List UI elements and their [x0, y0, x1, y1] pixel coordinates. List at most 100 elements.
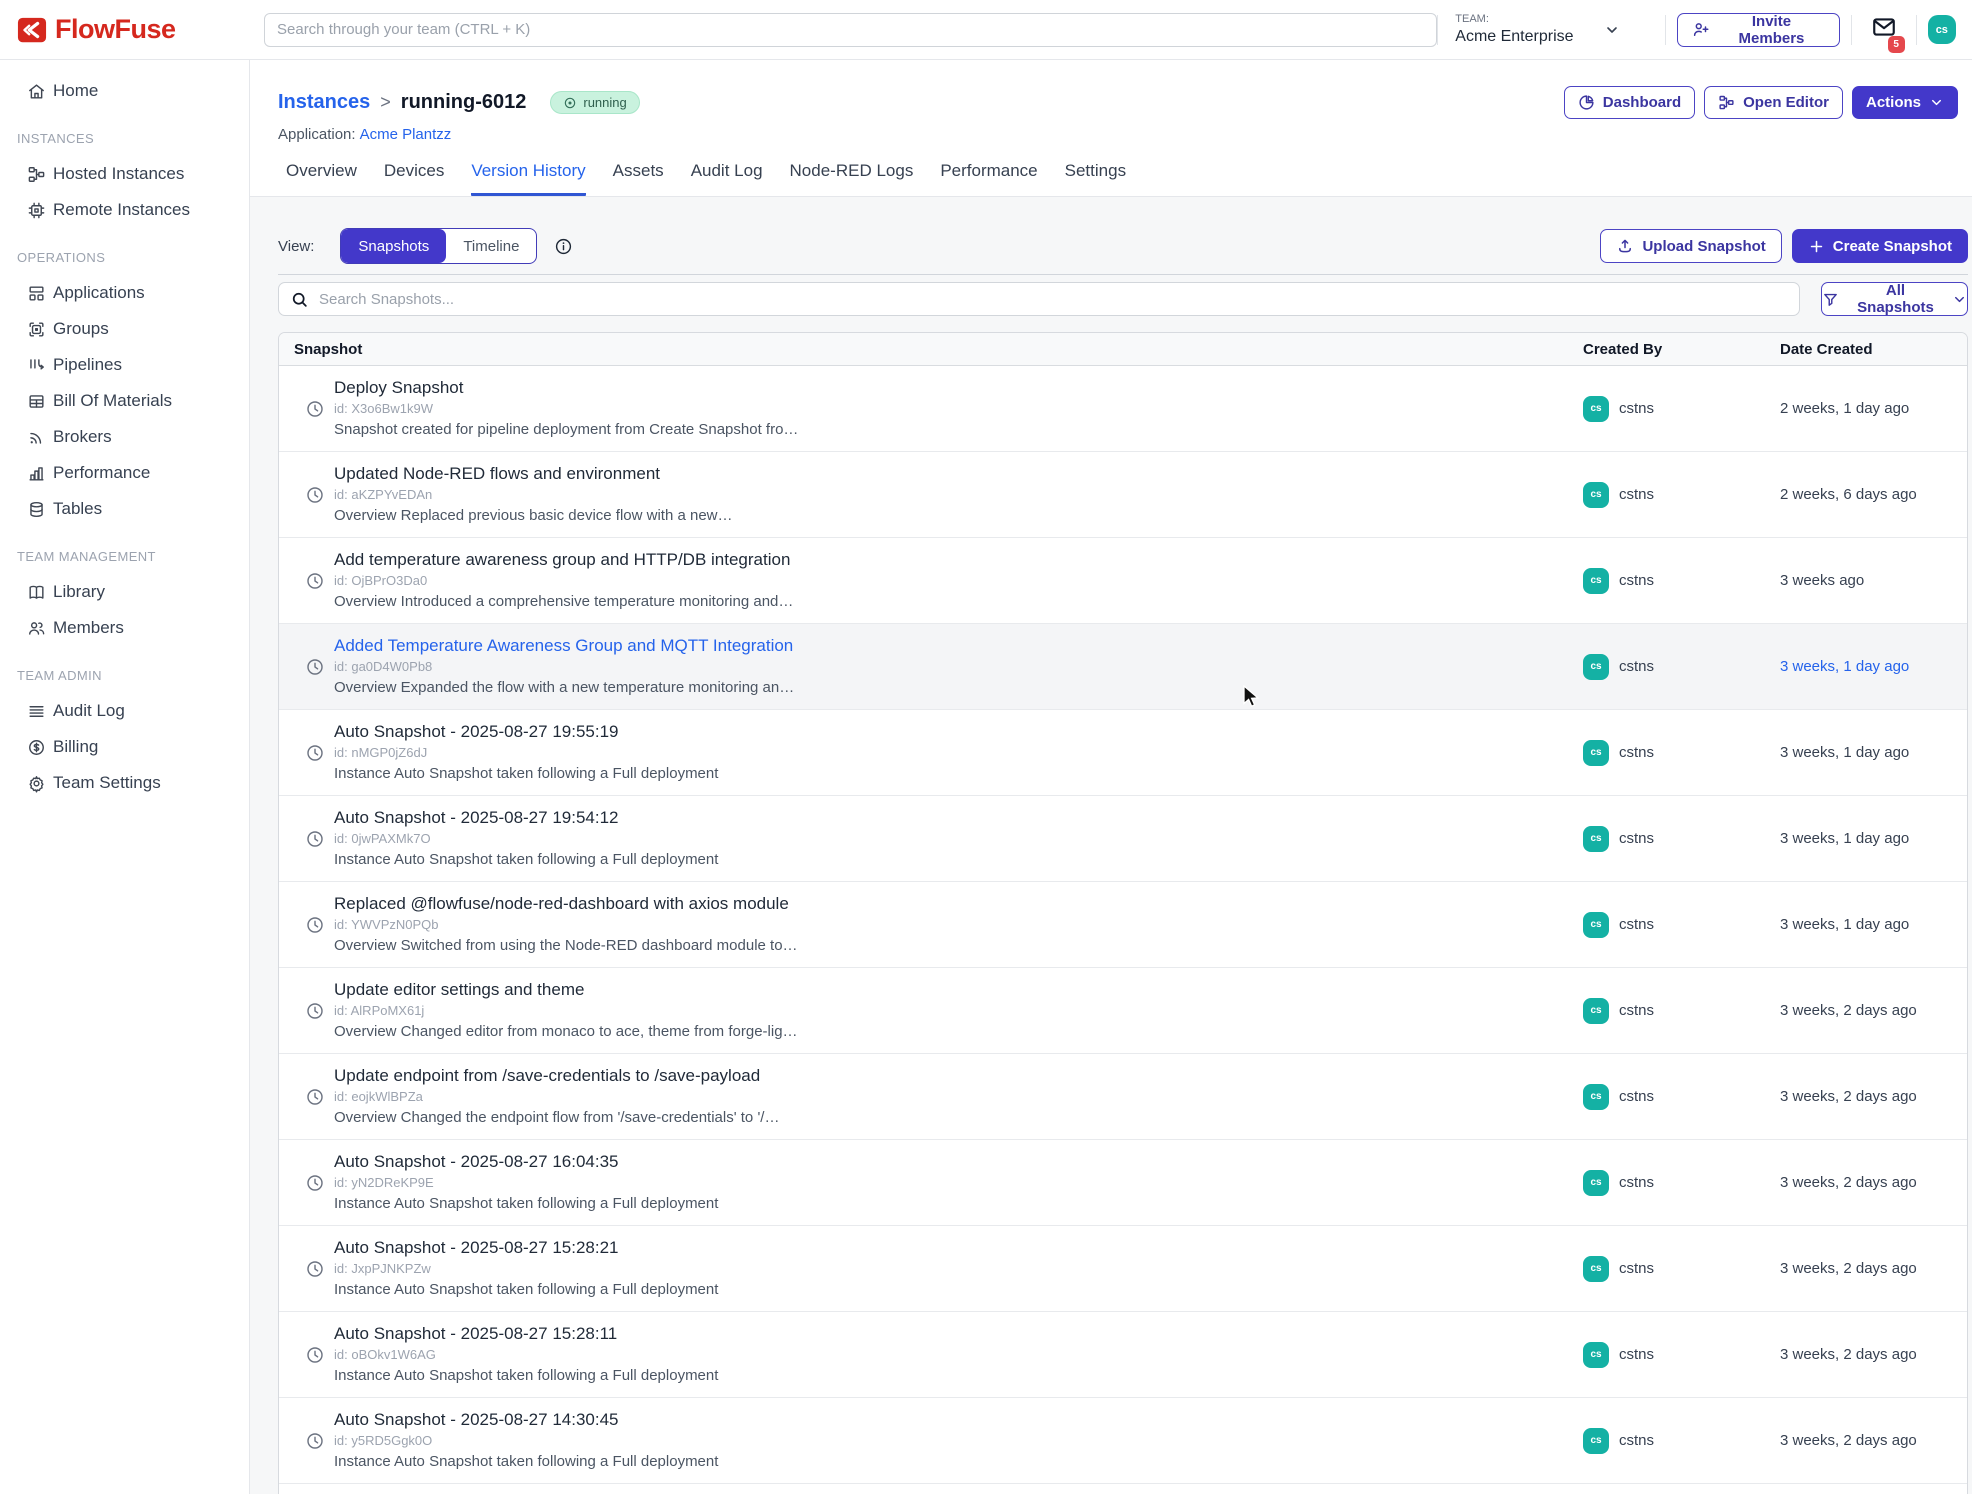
page-header: Instances > running-6012 running [250, 60, 1972, 197]
global-search-input[interactable] [264, 13, 1437, 47]
tab-assets[interactable]: Assets [613, 161, 664, 196]
upload-snapshot-button[interactable]: Upload Snapshot [1600, 229, 1781, 263]
tab-version-history[interactable]: Version History [471, 161, 585, 196]
notifications-button[interactable]: 5 [1871, 14, 1897, 45]
sidebar-item-brokers[interactable]: Brokers [0, 419, 249, 455]
snapshot-description: Overview Expanded the flow with a new te… [334, 678, 794, 698]
info-icon[interactable] [554, 237, 573, 256]
tab-devices[interactable]: Devices [384, 161, 444, 196]
snapshot-row[interactable]: Auto Snapshot - 2025-08-27 19:55:19 id: … [279, 710, 1967, 796]
sidebar-item-members[interactable]: Members [0, 610, 249, 646]
avatar: cs [1583, 568, 1609, 594]
snapshot-title[interactable]: Auto Snapshot - 2025-08-27 15:28:21 [334, 1237, 718, 1258]
snapshot-title[interactable]: Auto Snapshot - 2025-08-27 19:55:19 [334, 721, 718, 742]
snapshot-row[interactable]: Auto Snapshot - 2025-08-27 15:28:11 id: … [279, 1312, 1967, 1398]
instance-name: running-6012 [401, 91, 527, 114]
snapshot-title[interactable]: Deploy Snapshot [334, 377, 798, 398]
snapshot-title[interactable]: Replaced @flowfuse/node-red-dashboard wi… [334, 893, 798, 914]
sidebar-item-pipelines[interactable]: Pipelines [0, 347, 249, 383]
sidebar-item-hosted-instances[interactable]: Hosted Instances [0, 156, 249, 192]
user-avatar[interactable]: cs [1928, 15, 1956, 44]
performance-icon [26, 464, 46, 483]
snapshot-row[interactable]: Added Temperature Awareness Group and MQ… [279, 624, 1967, 710]
snapshot-row[interactable]: Update endpoint from /save-credentials t… [279, 1054, 1967, 1140]
snapshot-description: Instance Auto Snapshot taken following a… [334, 1194, 718, 1214]
date-created: 3 weeks, 2 days ago [1780, 1226, 1967, 1311]
sidebar-item-bill-of-materials[interactable]: Bill Of Materials [0, 383, 249, 419]
snapshot-filter-dropdown[interactable]: All Snapshots [1821, 282, 1968, 316]
invite-members-button[interactable]: Invite Members [1677, 13, 1839, 47]
snapshot-row[interactable]: Add HTTP endpoint for saving credentials… [279, 1484, 1967, 1494]
open-editor-button[interactable]: Open Editor [1704, 86, 1843, 119]
column-created-by: Created By [1583, 341, 1780, 358]
snapshot-title[interactable]: Auto Snapshot - 2025-08-27 14:30:45 [334, 1409, 718, 1430]
billing-icon [26, 738, 46, 757]
snapshot-row[interactable]: Replaced @flowfuse/node-red-dashboard wi… [279, 882, 1967, 968]
app-root: FlowFuse TEAM: Acme Enterprise Invite Me… [0, 0, 1972, 1494]
snapshot-title[interactable]: Update editor settings and theme [334, 979, 798, 1000]
snapshot-description: Overview Introduced a comprehensive temp… [334, 592, 793, 612]
snapshot-row[interactable]: Auto Snapshot - 2025-08-27 19:54:12 id: … [279, 796, 1967, 882]
snapshot-description: Instance Auto Snapshot taken following a… [334, 1452, 718, 1472]
sidebar-section-label: TEAM MANAGEMENT [0, 527, 249, 574]
avatar: cs [1583, 1170, 1609, 1196]
sidebar-item-groups[interactable]: Groups [0, 311, 249, 347]
avatar: cs [1583, 998, 1609, 1024]
sidebar-item-home[interactable]: Home [0, 73, 249, 109]
snapshot-row[interactable]: Updated Node-RED flows and environment i… [279, 452, 1967, 538]
snapshot-row[interactable]: Auto Snapshot - 2025-08-27 14:30:45 id: … [279, 1398, 1967, 1484]
sidebar-item-remote-instances[interactable]: Remote Instances [0, 192, 249, 228]
remote-instances-icon [26, 201, 46, 220]
created-by-name: cstns [1619, 400, 1654, 417]
sidebar-item-tables[interactable]: Tables [0, 491, 249, 527]
actions-button[interactable]: Actions [1852, 86, 1958, 119]
snapshot-row[interactable]: Auto Snapshot - 2025-08-27 16:04:35 id: … [279, 1140, 1967, 1226]
tab-audit-log[interactable]: Audit Log [691, 161, 763, 196]
column-date-created: Date Created [1780, 341, 1967, 358]
snapshot-title[interactable]: Updated Node-RED flows and environment [334, 463, 733, 484]
audit-log-icon [26, 702, 46, 721]
clock-icon [305, 485, 325, 505]
tab-performance[interactable]: Performance [940, 161, 1037, 196]
sidebar-item-label: Performance [53, 463, 150, 483]
flowfuse-logo[interactable]: FlowFuse [17, 14, 250, 45]
breadcrumb-separator: > [380, 92, 391, 113]
snapshot-id: id: yN2DReKP9E [334, 1173, 718, 1192]
sidebar-item-billing[interactable]: Billing [0, 729, 249, 765]
breadcrumb-instances-link[interactable]: Instances [278, 91, 370, 114]
view-option-snapshots[interactable]: Snapshots [341, 229, 446, 263]
search-icon [290, 290, 309, 309]
sidebar-item-audit-log[interactable]: Audit Log [0, 693, 249, 729]
dashboard-button[interactable]: Dashboard [1564, 86, 1695, 119]
snapshot-row[interactable]: Auto Snapshot - 2025-08-27 15:28:21 id: … [279, 1226, 1967, 1312]
tab-settings[interactable]: Settings [1065, 161, 1126, 196]
snapshot-title[interactable]: Auto Snapshot - 2025-08-27 15:28:11 [334, 1323, 718, 1344]
sidebar-item-library[interactable]: Library [0, 574, 249, 610]
application-label: Application: [278, 126, 356, 143]
view-option-timeline[interactable]: Timeline [446, 229, 536, 263]
date-created: 2 weeks, 1 day ago [1780, 366, 1967, 451]
date-created: 3 weeks, 1 day ago [1780, 882, 1967, 967]
snapshot-row[interactable]: Add temperature awareness group and HTTP… [279, 538, 1967, 624]
sidebar-item-team-settings[interactable]: Team Settings [0, 765, 249, 801]
create-snapshot-button[interactable]: Create Snapshot [1792, 229, 1968, 263]
snapshot-title[interactable]: Added Temperature Awareness Group and MQ… [334, 635, 794, 656]
sidebar-item-applications[interactable]: Applications [0, 275, 249, 311]
snapshot-title[interactable]: Auto Snapshot - 2025-08-27 19:54:12 [334, 807, 718, 828]
sidebar-item-label: Groups [53, 319, 109, 339]
snapshot-id: id: AlRPoMX61j [334, 1001, 798, 1020]
team-selector[interactable]: TEAM: Acme Enterprise [1449, 11, 1654, 47]
sidebar-item-performance[interactable]: Performance [0, 455, 249, 491]
snapshot-title[interactable]: Add temperature awareness group and HTTP… [334, 549, 793, 570]
snapshot-row[interactable]: Update editor settings and theme id: AlR… [279, 968, 1967, 1054]
snapshot-row[interactable]: Deploy Snapshot id: X3o6Bw1k9W Snapshot … [279, 366, 1967, 452]
chevron-down-icon [1952, 292, 1967, 307]
avatar: cs [1583, 740, 1609, 766]
tab-overview[interactable]: Overview [286, 161, 357, 196]
snapshot-title[interactable]: Auto Snapshot - 2025-08-27 16:04:35 [334, 1151, 718, 1172]
tab-node-red-logs[interactable]: Node-RED Logs [790, 161, 914, 196]
snapshot-search-input[interactable] [278, 282, 1800, 316]
snapshot-id: id: oBOkv1W6AG [334, 1345, 718, 1364]
application-link[interactable]: Acme Plantzz [360, 126, 452, 143]
snapshot-title[interactable]: Update endpoint from /save-credentials t… [334, 1065, 779, 1086]
